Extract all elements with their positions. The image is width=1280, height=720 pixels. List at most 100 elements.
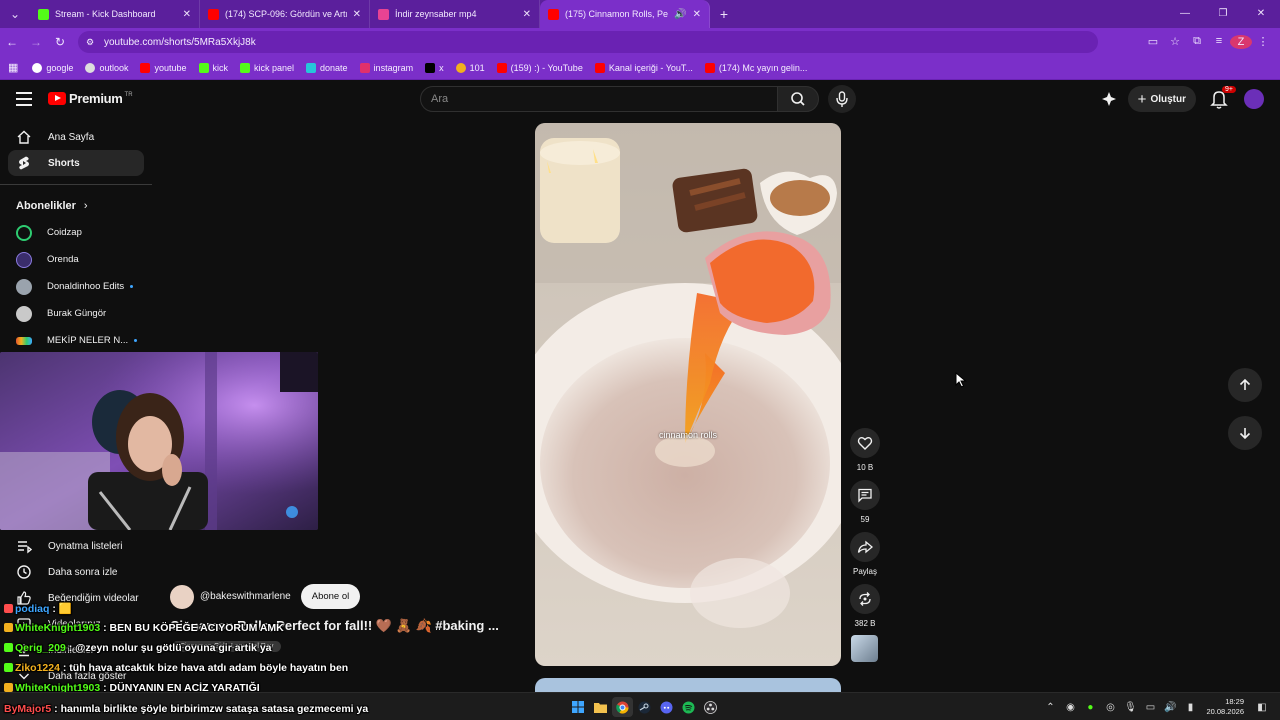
forward-button[interactable]: → xyxy=(24,35,48,49)
audio-thumbnail[interactable] xyxy=(851,635,878,662)
remix-action[interactable]: 382 B xyxy=(848,584,882,628)
like-action[interactable]: 10 B xyxy=(848,428,882,472)
spotify-button[interactable] xyxy=(678,697,699,717)
obs-button[interactable] xyxy=(700,697,721,717)
bookmark-google[interactable]: google xyxy=(32,62,73,73)
network-icon[interactable]: ▭ xyxy=(1140,702,1160,713)
short-video-player[interactable]: cinnamon rolls xyxy=(535,123,841,666)
remix-count: 382 B xyxy=(854,619,876,628)
bookmark-youtube[interactable]: youtube xyxy=(140,62,187,73)
ai-sparkle-icon[interactable] xyxy=(1100,90,1118,108)
cast-icon[interactable]: ▭ xyxy=(1142,35,1164,49)
arrow-up-icon xyxy=(1239,378,1251,390)
sidebar-channel[interactable]: MEKİP NELER N... xyxy=(0,327,152,354)
close-tab-icon[interactable]: ✕ xyxy=(183,9,191,20)
like-button[interactable] xyxy=(850,428,880,458)
bookmark-label: donate xyxy=(320,62,348,73)
sidebar-channel[interactable]: Orenda xyxy=(0,246,152,273)
speaker-icon[interactable]: 🔊 xyxy=(674,9,686,20)
create-button[interactable]: + Oluştur xyxy=(1127,86,1196,112)
apps-grid-icon[interactable]: ▦ xyxy=(8,61,18,74)
steam-tray-icon[interactable]: ◉ xyxy=(1060,702,1080,713)
hamburger-menu-icon[interactable] xyxy=(16,92,32,106)
clock-time: 18:29 xyxy=(1225,697,1244,706)
share-button[interactable] xyxy=(850,532,880,562)
steam-button[interactable] xyxy=(634,697,655,717)
previous-short-button[interactable] xyxy=(1228,368,1262,402)
comment-button[interactable] xyxy=(850,480,880,510)
sidebar-item-watch-later[interactable]: Daha sonra izle xyxy=(8,559,144,585)
sidebar-item-shorts[interactable]: Shorts xyxy=(8,150,144,176)
close-tab-icon[interactable]: ✕ xyxy=(353,9,361,20)
youtube-premium-logo[interactable]: Premium TR xyxy=(48,91,133,106)
app-tray-icon[interactable]: ◎ xyxy=(1100,702,1120,713)
x-icon xyxy=(425,62,436,73)
battery-icon[interactable]: ▮ xyxy=(1180,702,1200,713)
file-explorer-button[interactable] xyxy=(590,697,611,717)
next-short-button[interactable] xyxy=(1228,416,1262,450)
subscriptions-heading[interactable]: Abonelikler › xyxy=(0,193,152,219)
site-info-icon[interactable]: ⚙ xyxy=(86,37,98,48)
share-action[interactable]: Paylaş xyxy=(848,532,882,576)
notification-center-icon[interactable]: ◧ xyxy=(1252,702,1272,713)
bookmark-outlook[interactable]: outlook xyxy=(85,62,128,73)
notifications-button[interactable]: 9+ xyxy=(1206,86,1236,112)
bookmark-mc-yayin[interactable]: (174) Mc yayın gelin... xyxy=(704,62,807,73)
sidebar-item-playlists[interactable]: Oynatma listeleri xyxy=(8,533,144,559)
bookmark-kanal-icerigi[interactable]: Kanal içeriği - YouT... xyxy=(594,62,693,73)
channel-handle[interactable]: @bakeswithmarlene xyxy=(200,591,291,602)
tab-cinnamon-rolls[interactable]: (175) Cinnamon Rolls, Perfe 🔊 ✕ xyxy=(540,0,710,28)
sidebar-channel[interactable]: Burak Güngör xyxy=(0,300,152,327)
sidebar-item-home[interactable]: Ana Sayfa xyxy=(8,124,144,150)
close-window-button[interactable]: ✕ xyxy=(1242,0,1280,28)
bookmark-101[interactable]: 101 xyxy=(455,62,485,73)
kick-tray-icon[interactable]: ● xyxy=(1080,702,1100,713)
like-count: 10 B xyxy=(856,463,874,472)
tab-search-icon[interactable]: ⌄ xyxy=(0,7,30,21)
maximize-button[interactable]: ❐ xyxy=(1204,0,1242,28)
voice-search-button[interactable] xyxy=(828,85,856,113)
bookmark-kick-panel[interactable]: kick panel xyxy=(240,62,294,73)
new-tab-button[interactable]: + xyxy=(710,6,738,22)
volume-icon[interactable]: 🔊 xyxy=(1160,702,1180,713)
back-button[interactable]: ← xyxy=(0,35,24,49)
next-short-preview[interactable] xyxy=(535,678,841,692)
google-icon xyxy=(32,62,43,73)
channel-avatar[interactable] xyxy=(170,584,194,609)
reload-button[interactable]: ↻ xyxy=(48,35,72,49)
bookmark-youtube-159[interactable]: (159) :) - YouTube xyxy=(496,62,583,73)
comment-action[interactable]: 59 xyxy=(848,480,882,524)
extensions-icon[interactable]: ⧉ xyxy=(1186,35,1208,49)
close-tab-icon[interactable]: ✕ xyxy=(693,9,701,20)
discord-button[interactable] xyxy=(656,697,677,717)
tab-indir[interactable]: İndir zeynsaber mp4 ✕ xyxy=(370,0,540,28)
sidebar-channel[interactable]: Coidzap xyxy=(0,219,152,246)
bookmark-star-icon[interactable]: ☆ xyxy=(1164,35,1186,49)
bookmark-instagram[interactable]: instagram xyxy=(359,62,413,73)
menu-kebab-icon[interactable]: ⋮ xyxy=(1252,35,1274,49)
profile-avatar[interactable]: Z xyxy=(1230,35,1252,49)
remix-button[interactable] xyxy=(850,584,880,614)
account-avatar[interactable] xyxy=(1244,89,1264,109)
search-button[interactable] xyxy=(777,86,819,112)
microphone-tray-icon[interactable]: 🎙 xyxy=(1120,702,1140,713)
bookmark-donate[interactable]: donate xyxy=(306,62,348,73)
search-input[interactable]: Ara xyxy=(420,86,778,112)
minimize-button[interactable]: — xyxy=(1166,0,1204,28)
profile-initial: Z xyxy=(1230,35,1252,49)
url-bar[interactable]: ⚙ youtube.com/shorts/5MRa5XkjJ8k xyxy=(78,31,1098,53)
subscribe-button[interactable]: Abone ol xyxy=(300,584,361,609)
bookmark-kick[interactable]: kick xyxy=(198,62,228,73)
system-clock[interactable]: 18:29 20.08.2026 xyxy=(1206,697,1244,717)
chrome-button[interactable] xyxy=(611,697,633,717)
search-icon xyxy=(791,92,805,106)
close-tab-icon[interactable]: ✕ xyxy=(523,9,531,20)
bookmark-x[interactable]: x xyxy=(425,62,444,73)
tab-scp-096[interactable]: (174) SCP-096: Gördün ve Artık ✕ xyxy=(200,0,370,28)
tab-kick-dashboard[interactable]: Stream - Kick Dashboard ✕ xyxy=(30,0,200,28)
media-control-icon[interactable]: ≡ xyxy=(1208,35,1230,49)
chevron-up-icon[interactable]: ⌃ xyxy=(1040,702,1060,713)
sidebar-channel[interactable]: Donaldinhoo Edits xyxy=(0,273,152,300)
start-button[interactable] xyxy=(568,697,589,717)
browser-tab-bar: ⌄ Stream - Kick Dashboard ✕ (174) SCP-09… xyxy=(0,0,1280,28)
